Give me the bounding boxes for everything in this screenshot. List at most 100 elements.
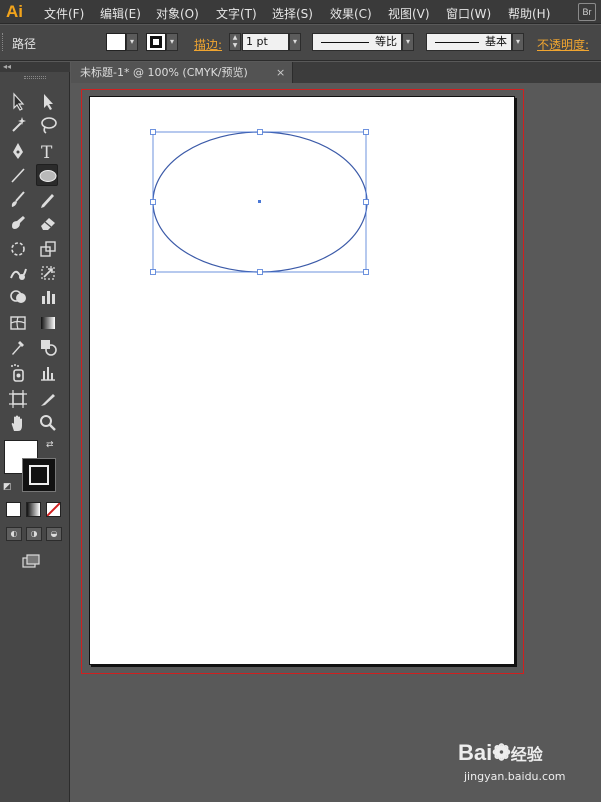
selection-arrow-icon <box>13 92 25 111</box>
graph-bar-tool[interactable] <box>37 362 59 384</box>
blob-brush-tool[interactable] <box>7 212 29 234</box>
rotate-icon <box>11 242 25 256</box>
warp-tool[interactable] <box>7 262 29 284</box>
eyedropper-tool[interactable] <box>7 336 29 358</box>
slice-knife-icon <box>41 394 55 406</box>
stroke-color-swatch[interactable] <box>146 33 166 51</box>
column-graph-tool[interactable] <box>37 286 59 308</box>
selection-type-label: 路径 <box>12 37 37 51</box>
menu-edit[interactable]: 编辑(E) <box>100 5 141 22</box>
fill-dropdown-arrow[interactable]: ▾ <box>126 33 138 51</box>
blend-icon <box>41 340 57 356</box>
default-colors-icon[interactable]: ◩ <box>3 482 12 492</box>
watermark-brand-cn: 经验 <box>510 747 543 764</box>
watermark-logo: Bai❁经验 <box>458 740 543 766</box>
app-logo: Ai <box>6 2 23 21</box>
mesh-icon <box>10 316 26 330</box>
direct-selection-tool[interactable] <box>37 90 59 112</box>
handle-top-center[interactable] <box>257 129 263 135</box>
stroke-label[interactable]: 描边: <box>194 36 222 53</box>
menu-type[interactable]: 文字(T) <box>216 5 257 22</box>
slice-tool[interactable] <box>37 388 59 410</box>
svg-text:T: T <box>41 143 53 162</box>
color-mode-button[interactable] <box>6 502 21 517</box>
handle-bottom-right[interactable] <box>363 269 369 275</box>
swap-fill-stroke-icon[interactable]: ⇄ <box>46 440 54 450</box>
column-graph-icon <box>42 291 55 304</box>
menu-select[interactable]: 选择(S) <box>272 5 313 22</box>
profile-label: 等比 <box>375 35 397 48</box>
draw-inside-button[interactable]: ◒ <box>46 527 62 541</box>
line-segment-tool[interactable] <box>7 164 29 186</box>
brush-definition-dropdown[interactable]: 基本 <box>426 33 512 51</box>
pencil-tool[interactable] <box>37 188 59 210</box>
magic-wand-tool[interactable] <box>7 114 29 136</box>
rotate-tool[interactable] <box>7 238 29 260</box>
watermark-brand: Bai <box>458 740 493 765</box>
document-tab[interactable]: 未标题-1* @ 100% (CMYK/预览) × <box>71 62 293 83</box>
none-slash-icon <box>46 502 61 517</box>
none-mode-button[interactable] <box>46 502 61 517</box>
stroke-color-inner <box>29 465 49 485</box>
stroke-weight-dropdown-arrow[interactable]: ▾ <box>289 33 301 51</box>
screen-mode-button[interactable] <box>20 550 42 572</box>
handle-top-left[interactable] <box>150 129 156 135</box>
selection-tool[interactable] <box>7 90 29 112</box>
gradient-tool[interactable] <box>37 312 59 334</box>
hand-tool[interactable] <box>7 412 29 434</box>
artboard-tool[interactable] <box>7 388 29 410</box>
variable-width-profile-dropdown[interactable]: 等比 <box>312 33 402 51</box>
scale-tool[interactable] <box>37 238 59 260</box>
menu-effect[interactable]: 效果(C) <box>330 5 372 22</box>
tools-panel-grip[interactable] <box>24 76 46 79</box>
menu-view[interactable]: 视图(V) <box>388 5 430 22</box>
profile-line-preview <box>321 42 369 43</box>
stroke-dropdown-arrow[interactable]: ▾ <box>166 33 178 51</box>
scale-icon <box>40 241 56 257</box>
gradient-mode-button[interactable] <box>26 502 41 517</box>
menu-file[interactable]: 文件(F) <box>44 5 84 22</box>
center-point <box>258 200 261 203</box>
stroke-color-box[interactable] <box>22 458 56 492</box>
fill-color-swatch[interactable] <box>106 33 126 51</box>
stroke-weight-stepper[interactable]: ▲ ▼ <box>229 33 241 51</box>
handle-middle-left[interactable] <box>150 199 156 205</box>
mesh-tool[interactable] <box>7 312 29 334</box>
canvas-area[interactable] <box>71 83 601 802</box>
pen-tool[interactable] <box>7 140 29 162</box>
shape-builder-tool[interactable] <box>7 286 29 308</box>
document-tab-bar: 未标题-1* @ 100% (CMYK/预览) × <box>71 62 601 83</box>
tools-panel-collapse[interactable]: ◂◂ <box>0 62 70 72</box>
symbol-sprayer-icon <box>11 364 24 382</box>
control-bar-grip[interactable] <box>2 33 5 51</box>
brush-dropdown-arrow[interactable]: ▾ <box>512 33 524 51</box>
free-transform-tool[interactable] <box>37 262 59 284</box>
close-tab-icon[interactable]: × <box>276 62 285 83</box>
watermark: Bai❁经验 jingyan.baidu.com <box>458 740 566 783</box>
handle-middle-right[interactable] <box>363 199 369 205</box>
paw-icon: ❁ <box>492 740 511 765</box>
bridge-button[interactable]: Br <box>578 3 596 21</box>
opacity-label[interactable]: 不透明度: <box>537 36 589 53</box>
menu-object[interactable]: 对象(O) <box>156 5 199 22</box>
type-t-icon: T <box>41 143 53 162</box>
symbol-sprayer-tool[interactable] <box>7 362 29 384</box>
menu-help[interactable]: 帮助(H) <box>508 5 550 22</box>
menu-window[interactable]: 窗口(W) <box>446 5 491 22</box>
lasso-tool[interactable] <box>37 114 59 136</box>
stroke-weight-field[interactable]: 1 pt <box>242 33 289 51</box>
bar-chart-icon <box>41 367 55 381</box>
ellipse-tool[interactable] <box>36 164 58 186</box>
draw-normal-button[interactable]: ◐ <box>6 527 22 541</box>
type-tool[interactable]: T <box>37 140 59 162</box>
handle-bottom-left[interactable] <box>150 269 156 275</box>
eraser-tool[interactable] <box>37 212 59 234</box>
handle-bottom-center[interactable] <box>257 269 263 275</box>
profile-dropdown-arrow[interactable]: ▾ <box>402 33 414 51</box>
draw-behind-button[interactable]: ◑ <box>26 527 42 541</box>
zoom-tool[interactable] <box>37 412 59 434</box>
magic-wand-icon <box>12 117 26 132</box>
blend-tool[interactable] <box>37 336 59 358</box>
paintbrush-tool[interactable] <box>7 188 29 210</box>
handle-top-right[interactable] <box>363 129 369 135</box>
